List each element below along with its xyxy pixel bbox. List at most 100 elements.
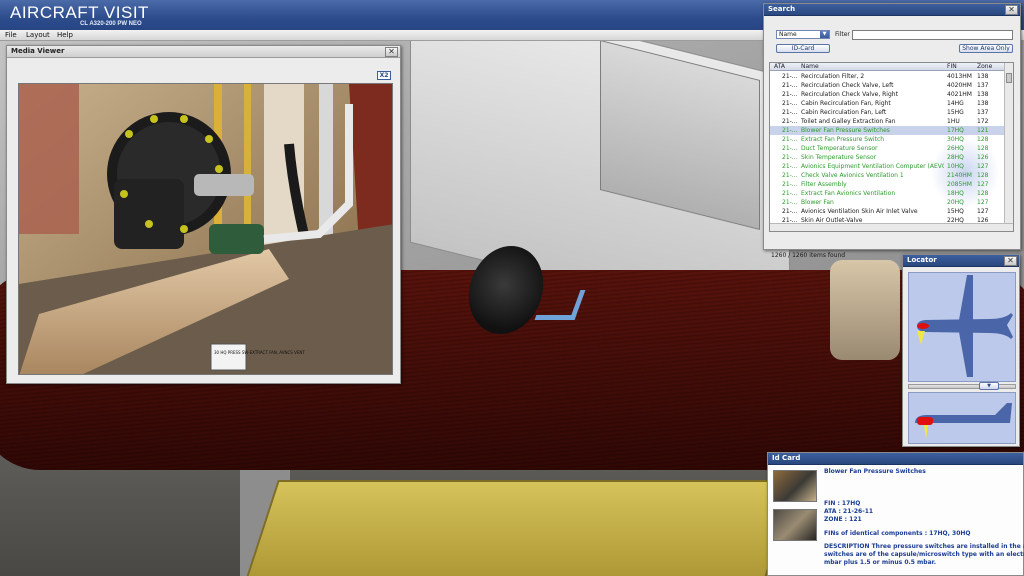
column-ata[interactable]: ATA: [774, 63, 785, 71]
chevron-down-icon[interactable]: ▼: [820, 31, 829, 38]
cell-name: Avionics Equipment Ventilation Computer …: [801, 163, 944, 170]
scene-yellow-panel: [242, 480, 798, 576]
cell-ata: 21-...: [782, 190, 798, 197]
table-row[interactable]: 21-... Cabin Recirculation Fan, Right 14HG…: [770, 99, 1006, 108]
table-row[interactable]: 21-... Extract Fan Avionics Ventilation 18…: [770, 189, 1006, 198]
table-row[interactable]: 21-... Check Valve Avionics Ventilation 1…: [770, 171, 1006, 180]
cell-name: Cabin Recirculation Fan, Left: [801, 109, 887, 116]
cell-ata: 21-...: [782, 208, 798, 215]
cell-name: Blower Fan: [801, 199, 834, 206]
cell-zone: 128: [977, 190, 989, 197]
vertical-scrollbar[interactable]: [1004, 63, 1013, 223]
locator-titlebar[interactable]: Locator ✕: [903, 255, 1019, 267]
menu-layout[interactable]: Layout: [26, 31, 50, 39]
cell-ata: 21-...: [782, 181, 798, 188]
description: DESCRIPTION Three pressure switches are …: [824, 543, 1024, 567]
cell-name: Recirculation Filter, 2: [801, 73, 865, 80]
menu-help[interactable]: Help: [57, 31, 73, 39]
table-row[interactable]: 21-... Skin Temperature Sensor 28HQ 126: [770, 153, 1006, 162]
cell-fin: 28HQ: [947, 154, 964, 161]
cell-ata: 21-...: [782, 154, 798, 161]
zone-line: ZONE : 121: [824, 516, 862, 523]
table-row[interactable]: 21-... Filter Assembly 2085HM 127: [770, 180, 1006, 189]
cell-name: Check Valve Avionics Ventilation 1: [801, 172, 904, 179]
component-name: Blower Fan Pressure Switches: [824, 468, 926, 475]
table-row[interactable]: 21-... Recirculation Check Valve, Left 402…: [770, 81, 1006, 90]
cell-zone: 127: [977, 199, 989, 206]
show-area-only-button[interactable]: Show Area Only: [959, 44, 1013, 53]
column-name[interactable]: Name: [801, 63, 819, 71]
cell-fin: 14HG: [947, 100, 964, 107]
identical-components-line: FINs of identical components : 17HQ, 30H…: [824, 530, 971, 537]
horizontal-scrollbar[interactable]: [770, 223, 1013, 231]
search-title: Search: [768, 5, 796, 13]
cell-zone: 138: [977, 91, 989, 98]
filter-label: Filter :: [835, 31, 854, 38]
table-row[interactable]: 21-... Blower Fan Pressure Switches 17HQ 12…: [770, 126, 1006, 135]
cell-zone: 127: [977, 208, 989, 215]
table-row[interactable]: 21-... Extract Fan Pressure Switch 30HQ 128: [770, 135, 1006, 144]
menu-file[interactable]: File: [5, 31, 17, 39]
search-mode-select[interactable]: Name ▼: [776, 30, 830, 39]
locator-side-view[interactable]: [908, 392, 1016, 444]
cell-fin: 15HQ: [947, 208, 964, 215]
column-zone[interactable]: Zone: [977, 63, 992, 71]
cell-fin: 1HU: [947, 118, 960, 125]
table-row[interactable]: 21-... Duct Temperature Sensor 26HQ 128: [770, 144, 1006, 153]
app-subtitle: CL A320-200 PW NEO: [80, 21, 142, 27]
media-viewer-window: Media Viewer ✕ X2 30 HQ PRESS SW-EXTRACT…: [6, 45, 401, 384]
close-icon[interactable]: ✕: [1005, 5, 1018, 15]
cell-zone: 127: [977, 181, 989, 188]
table-row[interactable]: 21-... Avionics Equipment Ventilation Com…: [770, 162, 1006, 171]
cell-zone: 128: [977, 136, 989, 143]
scrollbar-thumb[interactable]: [1006, 73, 1012, 83]
close-icon[interactable]: ✕: [385, 47, 398, 57]
cell-fin: 15HG: [947, 109, 964, 116]
id-card-body: Blower Fan Pressure Switches FIN : 17HQ …: [768, 465, 1024, 575]
cell-name: Toilet and Galley Extraction Fan: [801, 118, 896, 125]
cell-name: Extract Fan Avionics Ventilation: [801, 190, 896, 197]
locator-top-view[interactable]: [908, 272, 1016, 382]
id-card-title: Id Card: [772, 454, 801, 462]
zoom-button[interactable]: X2: [377, 71, 391, 80]
table-row[interactable]: 21-... Avionics Ventilation Skin Air Inle…: [770, 207, 1006, 216]
cell-zone: 128: [977, 172, 989, 179]
component-thumbnail-2[interactable]: [773, 509, 817, 541]
table-row[interactable]: 21-... Cabin Recirculation Fan, Left 15HG 1…: [770, 108, 1006, 117]
table-row[interactable]: 21-... Recirculation Filter, 2 4013HM 138: [770, 72, 1006, 81]
cell-ata: 21-...: [782, 82, 798, 89]
location-pointer-side: [924, 425, 928, 439]
table-row[interactable]: 21-... Toilet and Galley Extraction Fan 1H…: [770, 117, 1006, 126]
id-card-titlebar[interactable]: Id Card: [768, 453, 1023, 465]
ata-line: ATA : 21-26-11: [824, 508, 874, 515]
cell-ata: 21-...: [782, 172, 798, 179]
cell-name: Skin Temperature Sensor: [801, 154, 877, 161]
locator-slider[interactable]: ▼: [908, 382, 1016, 390]
close-icon[interactable]: ✕: [1004, 256, 1017, 266]
media-viewer-titlebar[interactable]: Media Viewer ✕: [7, 46, 400, 58]
search-titlebar[interactable]: Search ✕: [764, 4, 1020, 16]
id-card-window: Id Card Blower Fan Pressure Switches FIN…: [767, 452, 1024, 576]
filter-input[interactable]: [852, 30, 1013, 40]
locator-window: Locator ✕ ▼: [902, 254, 1020, 447]
component-thumbnail-1[interactable]: [773, 470, 817, 502]
description-line: switches are of the capsule/microswitch …: [824, 551, 1024, 558]
cell-ata: 21-...: [782, 127, 798, 134]
search-body: Name ▼ Filter : ID-Card Show Area Only A…: [764, 17, 1020, 259]
cell-zone: 126: [977, 154, 989, 161]
app-title: AIRCRAFT VISIT: [10, 3, 149, 22]
cell-fin: 4021HM: [947, 91, 972, 98]
cell-name: Recirculation Check Valve, Left: [801, 82, 894, 89]
cell-zone: 128: [977, 145, 989, 152]
location-marker-side: [917, 417, 933, 425]
column-fin[interactable]: FIN: [947, 63, 957, 71]
component-photo: 30 HQ PRESS SW-EXTRACT FAN, AVNCS VENT: [18, 83, 393, 375]
cell-zone: 172: [977, 118, 989, 125]
cell-fin: 4013HM: [947, 73, 972, 80]
table-row[interactable]: 21-... Blower Fan 20HQ 127: [770, 198, 1006, 207]
table-row[interactable]: 21-... Recirculation Check Valve, Right 40…: [770, 90, 1006, 99]
slider-handle[interactable]: ▼: [979, 382, 999, 390]
description-line: mbar plus 1.5 or minus 0.5 mbar.: [824, 559, 937, 566]
id-card-button[interactable]: ID-Card: [776, 44, 830, 53]
locator-title: Locator: [907, 256, 937, 264]
